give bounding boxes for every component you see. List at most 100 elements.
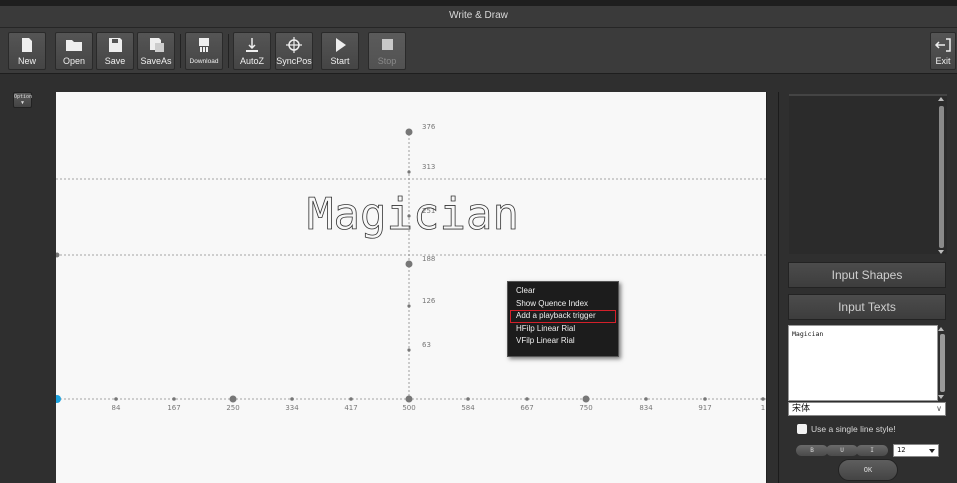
toolbar-separator	[180, 34, 181, 68]
x-tick-dot	[172, 397, 176, 401]
x-tick-label: 667	[520, 404, 533, 412]
font-select[interactable]: 宋体 ∨	[788, 402, 946, 416]
textarea-scrollbar[interactable]	[940, 334, 945, 392]
exit-icon	[934, 38, 951, 52]
left-strip: Option ▼	[0, 75, 56, 483]
menu-item-clear[interactable]: Clear	[508, 285, 618, 298]
window-title: Write & Draw	[449, 10, 508, 21]
input-shapes-button[interactable]: Input Shapes	[788, 262, 946, 288]
start-label: Start	[330, 56, 350, 66]
syncpos-label: SyncPos	[276, 56, 312, 66]
underline-button[interactable]: U	[826, 445, 858, 456]
x-tick-dot	[703, 397, 707, 401]
text-input-area[interactable]: Magician	[788, 325, 938, 401]
title-bar: Write & Draw	[0, 0, 957, 28]
shape-list[interactable]	[789, 94, 947, 254]
start-button[interactable]: Start	[321, 32, 359, 70]
context-menu: Clear Show Quence Index Add a playback t…	[507, 281, 619, 357]
y-tick-label: 188	[422, 255, 435, 263]
download-button[interactable]: Download	[185, 32, 223, 70]
menu-item-vflip-linear-rial[interactable]: VFilp Linear Rial	[508, 335, 618, 348]
list-scrollbar[interactable]	[939, 106, 944, 248]
x-tick-dot	[114, 397, 118, 401]
stop-button[interactable]: Stop	[368, 32, 406, 70]
single-line-checkbox[interactable]	[797, 424, 807, 434]
play-icon	[336, 38, 346, 52]
menu-item-add-playback-trigger[interactable]: Add a playback trigger	[510, 310, 616, 323]
x-tick-label: 584	[461, 404, 475, 412]
new-file-icon	[22, 38, 32, 52]
x-tick-label: 834	[639, 404, 653, 412]
y-tick-label: 63	[422, 341, 431, 349]
x-tick-label: 750	[579, 404, 592, 412]
new-label: New	[17, 56, 36, 66]
stop-icon	[382, 39, 393, 50]
scroll-up-icon[interactable]	[938, 97, 944, 101]
crosshair-icon	[286, 37, 302, 53]
drawing-canvas[interactable]: 376 313 251 188 126 63 84 167 250 334 417 500 584 66…	[56, 92, 766, 483]
open-button[interactable]: Open	[55, 32, 93, 70]
x-tick-label: 167	[167, 404, 180, 412]
font-value: 宋体	[792, 404, 811, 414]
bbox-handle[interactable]	[56, 252, 60, 258]
x-tick-label: 917	[698, 404, 711, 412]
save-label: Save	[104, 56, 126, 66]
toolbar: New Open Save SaveAs Download AutoZ Sync…	[0, 28, 957, 74]
input-texts-button[interactable]: Input Texts	[788, 294, 946, 320]
exit-label: Exit	[935, 56, 951, 66]
origin-point[interactable]	[56, 395, 61, 403]
bold-button[interactable]: B	[796, 445, 828, 456]
open-label: Open	[62, 56, 86, 66]
toolbar-separator	[228, 34, 229, 68]
autoz-icon	[246, 38, 258, 52]
y-tick-dot	[407, 348, 411, 352]
x-tick-label: 84	[112, 404, 121, 412]
x-tick-dot	[229, 395, 237, 403]
chevron-down-icon: ∨	[936, 404, 942, 413]
stop-label: Stop	[377, 56, 397, 66]
new-button[interactable]: New	[8, 32, 46, 70]
x-tick-dot	[525, 397, 529, 401]
textarea-scroll-up-icon[interactable]	[938, 327, 944, 331]
x-ticks: 84 167 250 334 417 500 584 667 750 834 917 1	[112, 395, 765, 412]
x-tick-label: 334	[285, 404, 299, 412]
x-tick-label: 1	[761, 404, 765, 412]
y-tick-label: 376	[422, 123, 436, 131]
save-icon	[109, 38, 122, 52]
y-tick-label: 126	[422, 297, 436, 305]
folder-icon	[66, 40, 82, 51]
y-tick-dot	[405, 128, 413, 136]
italic-button[interactable]: I	[856, 445, 888, 456]
x-tick-dot	[644, 397, 648, 401]
x-tick-dot	[761, 397, 765, 401]
ok-button[interactable]: OK	[838, 459, 898, 481]
x-tick-label: 417	[344, 404, 357, 412]
single-line-option[interactable]: Use a single line style!	[797, 423, 896, 435]
write-draw-app: Write & Draw New Open Save SaveAs Downlo…	[0, 0, 957, 483]
y-tick-dot	[407, 304, 411, 308]
x-tick-label: 500	[402, 404, 415, 412]
download-label: Download	[189, 58, 219, 65]
menu-item-show-quence-index[interactable]: Show Quence Index	[508, 298, 618, 311]
x-tick-dot	[582, 395, 590, 403]
menu-item-hflip-linear-rial[interactable]: HFilp Linear Rial	[508, 323, 618, 336]
saveas-button[interactable]: SaveAs	[137, 32, 175, 70]
textarea-scroll-down-icon[interactable]	[938, 395, 944, 399]
x-tick-dot	[290, 397, 294, 401]
chevron-down-icon: ▼	[20, 100, 24, 106]
option-button[interactable]: Option ▼	[13, 92, 32, 108]
font-size-select[interactable]: 12	[893, 444, 939, 457]
x-tick-dot	[405, 395, 413, 403]
font-size-value: 12	[897, 446, 906, 454]
save-button[interactable]: Save	[96, 32, 134, 70]
single-line-label: Use a single line style!	[811, 424, 896, 434]
autoz-button[interactable]: AutoZ	[233, 32, 271, 70]
download-icon	[199, 38, 209, 52]
syncpos-button[interactable]: SyncPos	[275, 32, 313, 70]
saveas-label: SaveAs	[140, 56, 172, 66]
scroll-down-icon[interactable]	[938, 250, 944, 254]
canvas-text[interactable]: Magician	[307, 189, 520, 241]
dropdown-arrow-icon	[929, 449, 935, 453]
exit-button[interactable]: Exit	[930, 32, 956, 70]
save-as-icon	[150, 38, 164, 52]
